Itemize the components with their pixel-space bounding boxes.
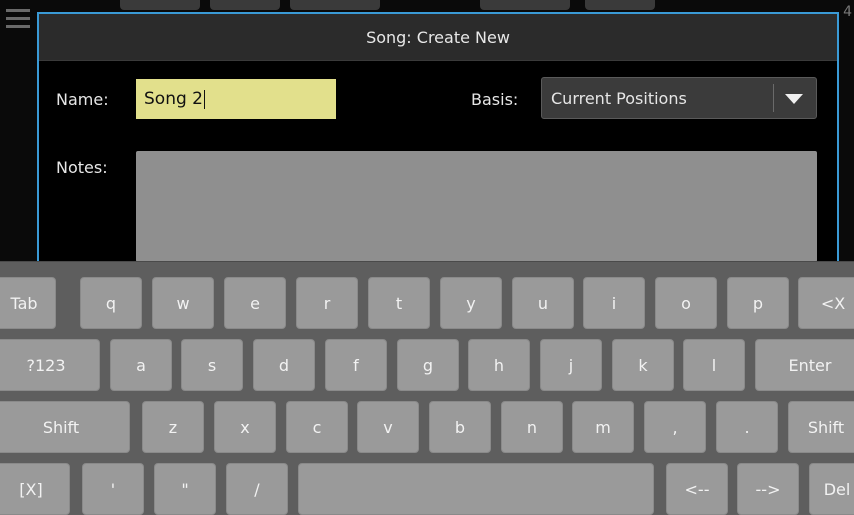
key-s[interactable]: s — [181, 339, 243, 391]
key-w[interactable]: w — [152, 277, 214, 329]
key-shift-left[interactable]: Shift — [0, 401, 130, 453]
notes-textarea[interactable] — [136, 151, 817, 262]
basis-label: Basis: — [471, 90, 519, 109]
background-tab — [120, 0, 200, 10]
key-delete[interactable]: Del — [809, 463, 854, 515]
key-d[interactable]: d — [253, 339, 315, 391]
background-tab — [210, 0, 280, 10]
key-j[interactable]: j — [540, 339, 602, 391]
name-label: Name: — [56, 90, 109, 109]
key-backspace[interactable]: <X — [798, 277, 854, 329]
key-o[interactable]: o — [655, 277, 717, 329]
key-n[interactable]: n — [501, 401, 563, 453]
key-k[interactable]: k — [612, 339, 674, 391]
key-close-keyboard[interactable]: [X] — [0, 463, 70, 515]
key-x[interactable]: x — [214, 401, 276, 453]
text-caret — [203, 89, 205, 109]
key-p[interactable]: p — [727, 277, 789, 329]
key-cursor-left[interactable]: <-- — [666, 463, 728, 515]
notes-label: Notes: — [56, 158, 108, 177]
dropdown-divider — [773, 84, 774, 112]
key-l[interactable]: l — [683, 339, 745, 391]
key-comma[interactable]: , — [644, 401, 706, 453]
key-z[interactable]: z — [142, 401, 204, 453]
key-cursor-right[interactable]: --> — [737, 463, 799, 515]
chevron-down-icon[interactable] — [785, 94, 803, 104]
key-space[interactable] — [298, 463, 654, 515]
key-shift-right[interactable]: Shift — [788, 401, 854, 453]
dialog-title: Song: Create New — [39, 14, 837, 61]
key-q[interactable]: q — [80, 277, 142, 329]
key-y[interactable]: y — [440, 277, 502, 329]
name-input[interactable]: Song 2 — [136, 79, 336, 119]
key-b[interactable]: b — [429, 401, 491, 453]
key-u[interactable]: u — [512, 277, 574, 329]
name-value: Song 2 — [144, 89, 203, 109]
key-apostrophe[interactable]: ' — [82, 463, 144, 515]
key-c[interactable]: c — [286, 401, 348, 453]
key-v[interactable]: v — [357, 401, 419, 453]
basis-dropdown[interactable]: Current Positions — [541, 77, 817, 119]
key-i[interactable]: i — [583, 277, 645, 329]
key-g[interactable]: g — [397, 339, 459, 391]
basis-selected-value: Current Positions — [551, 88, 687, 108]
key-r[interactable]: r — [296, 277, 358, 329]
key-h[interactable]: h — [468, 339, 530, 391]
key-m[interactable]: m — [572, 401, 634, 453]
key-double-quote[interactable]: " — [154, 463, 216, 515]
background-tab — [585, 0, 655, 10]
key-a[interactable]: a — [110, 339, 172, 391]
key-period[interactable]: . — [716, 401, 778, 453]
key-symbols[interactable]: ?123 — [0, 339, 100, 391]
key-enter[interactable]: Enter — [755, 339, 854, 391]
background-tab — [290, 0, 380, 10]
key-slash[interactable]: / — [226, 463, 288, 515]
key-e[interactable]: e — [224, 277, 286, 329]
background-tab — [480, 0, 570, 10]
key-f[interactable]: f — [325, 339, 387, 391]
key-tab[interactable]: Tab — [0, 277, 56, 329]
create-song-dialog: Song: Create New Name: Song 2 Basis: Cur… — [37, 12, 839, 272]
menu-icon[interactable] — [6, 6, 30, 32]
background-number: 4 — [843, 4, 852, 20]
key-t[interactable]: t — [368, 277, 430, 329]
on-screen-keyboard: Tab q w e r t y u i o p <X ?123 a s d f … — [0, 261, 854, 515]
